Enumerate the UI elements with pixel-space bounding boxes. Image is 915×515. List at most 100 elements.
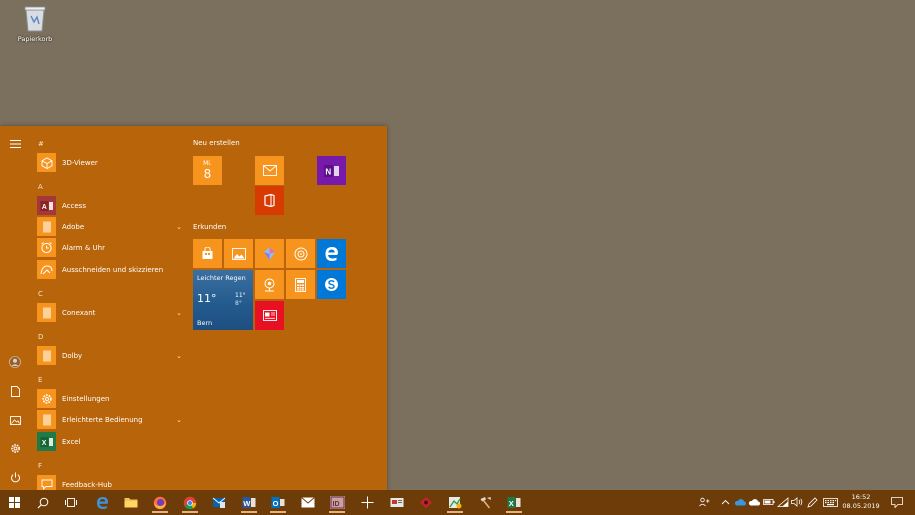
app-item-3d-viewer[interactable]: 3D-Viewer [37,153,183,172]
app-item-feedback-hub[interactable]: Feedback-Hub [37,475,183,490]
battery-icon[interactable] [763,495,775,509]
tile-group-title[interactable]: Erkunden [193,223,226,231]
feedback-icon [37,475,56,490]
cloud-icon[interactable] [748,495,760,509]
people-icon[interactable] [698,495,710,509]
letter-header[interactable]: # [38,140,44,148]
skype-tile[interactable] [317,270,346,299]
letter-header[interactable]: F [38,462,42,470]
pictures-icon[interactable] [8,413,22,427]
photos-tile[interactable] [224,239,253,268]
access-icon: A [37,196,56,215]
wifi-icon[interactable] [777,495,789,509]
app-item-excel[interactable]: X Excel [37,432,183,451]
weather-tile[interactable]: Leichter Regen 11° 11° 8° Bern [193,270,253,330]
chevron-down-icon[interactable]: ⌄ [175,352,183,360]
hamburger-menu-icon[interactable] [8,137,22,151]
paint-3d-tile[interactable] [255,239,284,268]
start-menu: # 3D-Viewer A A Access Adobe ⌄ Alarm & U… [0,126,387,490]
calculator-tile[interactable] [286,270,315,299]
tool-icon[interactable] [474,492,496,513]
search-icon[interactable] [32,492,54,513]
outlook-mail-icon[interactable]: O [267,492,289,513]
folder-icon [37,217,56,236]
letter-header[interactable]: D [38,333,43,341]
clock-date: 08.05.2019 [842,502,880,510]
chevron-down-icon[interactable]: ⌄ [175,416,183,424]
calendar-tile[interactable]: Mi. 8 [193,156,222,185]
onedrive-icon[interactable] [734,495,746,509]
camera-maps-icon [264,278,275,291]
file-explorer-icon[interactable] [120,492,142,513]
app-item-snip-sketch[interactable]: Ausschneiden und skizzieren [37,260,183,279]
mail-icon[interactable] [297,492,319,513]
chevron-up-icon[interactable] [719,495,731,509]
app-item-settings[interactable]: Einstellungen [37,389,183,408]
app-item-label: Dolby [62,351,83,360]
app-item-ease-of-access[interactable]: Erleichterte Bedienung ⌄ [37,410,183,429]
app-item-access[interactable]: A Access [37,196,183,215]
letter-header[interactable]: C [38,290,43,298]
app-item-dolby[interactable]: Dolby ⌄ [37,346,183,365]
recycle-bin[interactable]: Papierkorb [14,4,56,43]
firefox-icon[interactable] [149,492,171,513]
groove-music-tile[interactable] [286,239,315,268]
windows-logo-icon[interactable] [3,492,25,513]
edge-icon[interactable] [91,492,113,513]
svg-text:W: W [243,499,251,508]
svg-text:N: N [325,167,331,176]
keyboard-icon[interactable] [822,495,838,509]
calendar-day: Mi. [203,160,212,167]
app-item-alarm-clock[interactable]: Alarm & Uhr [37,238,183,257]
alarm-clock-icon [37,238,56,257]
svg-text:X: X [509,499,514,508]
chevron-down-icon[interactable]: ⌄ [175,309,183,317]
onenote-tile[interactable]: N [317,156,346,185]
letter-header[interactable]: A [38,183,43,191]
indesign-icon[interactable]: ID [326,492,348,513]
red-app-icon[interactable] [415,492,437,513]
news-tile[interactable] [255,301,284,330]
power-icon[interactable] [8,470,22,484]
chevron-down-icon[interactable]: ⌄ [175,223,183,231]
svg-text:A: A [41,204,46,211]
maps-tile[interactable] [255,270,284,299]
folder-icon [37,346,56,365]
pen-icon[interactable] [806,495,818,509]
mail-tile[interactable] [255,156,284,185]
green-app-icon[interactable] [444,492,466,513]
taskbar: W O ID X 16:52 08.05.2019 [0,490,915,515]
chrome-icon[interactable] [179,492,201,513]
user-account-icon[interactable] [8,355,22,369]
volume-icon[interactable] [791,495,803,509]
app-item-label: 3D-Viewer [62,158,98,167]
store-tile[interactable] [193,239,222,268]
app-item-label: Excel [62,437,81,446]
office-tile[interactable] [255,186,284,215]
excel-icon[interactable]: X [503,492,525,513]
crosshair-icon[interactable] [356,492,378,513]
word-icon[interactable]: W [238,492,260,513]
paint-3d-icon [264,247,275,260]
app-item-adobe[interactable]: Adobe ⌄ [37,217,183,236]
app-item-label: Conexant [62,308,96,317]
notification-icon[interactable] [890,495,904,509]
weather-condition: Leichter Regen [197,274,246,282]
calendar-date: 8 [203,167,212,181]
letter-header[interactable]: E [38,376,42,384]
outlook-icon[interactable] [208,492,230,513]
documents-icon[interactable] [8,384,22,398]
edge-tile[interactable] [317,239,346,268]
store-bag-icon [202,247,213,259]
app-item-label: Ausschneiden und skizzieren [62,265,164,274]
taskbar-clock[interactable]: 16:52 08.05.2019 [838,493,884,511]
task-view-icon[interactable] [60,492,82,513]
app-icon[interactable] [386,492,408,513]
tile-group-title[interactable]: Neu erstellen [193,139,240,147]
app-item-conexant[interactable]: Conexant ⌄ [37,303,183,322]
recycle-bin-icon [22,4,48,32]
edge-icon [325,247,338,261]
settings-gear-icon[interactable] [8,441,22,455]
app-item-label: Alarm & Uhr [62,243,105,252]
news-icon [262,310,277,321]
